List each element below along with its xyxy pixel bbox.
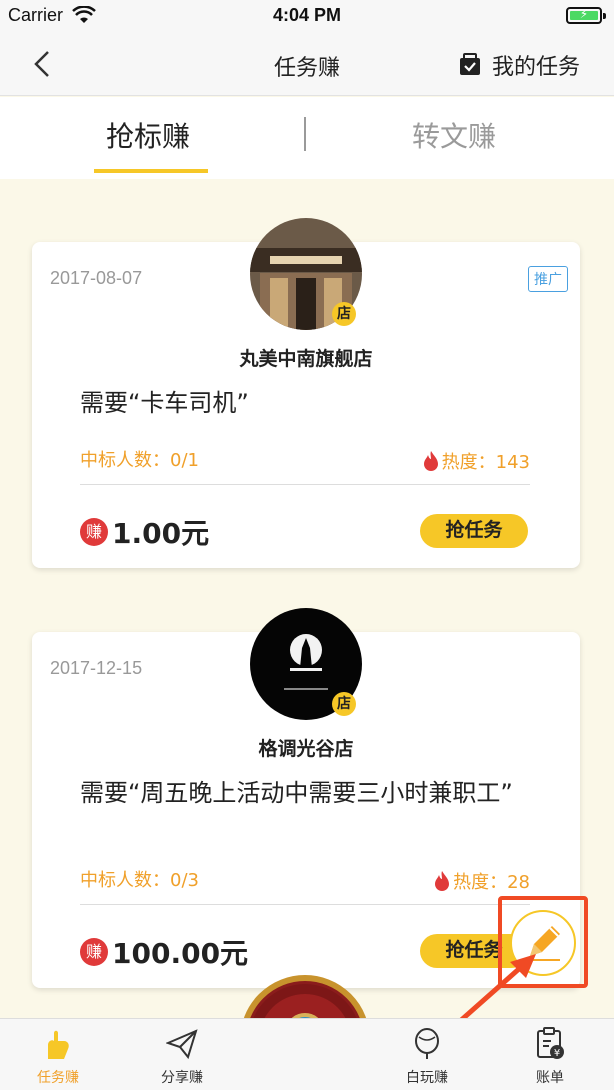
hand-icon bbox=[48, 1030, 69, 1059]
task-box-icon bbox=[459, 53, 480, 75]
tabbar-item-bill[interactable]: ¥ 账单 bbox=[510, 1027, 590, 1087]
navigation-bar: 任务赚 我的任务 bbox=[0, 32, 614, 96]
card-divider bbox=[80, 904, 530, 905]
status-bar: Carrier 4:04 PM ⚡ bbox=[0, 0, 614, 32]
tabbar-label: 白玩赚 bbox=[406, 1070, 448, 1086]
reward-amount: 赚 1.00元 bbox=[80, 512, 209, 552]
winner-count: 中标人数：0/3 bbox=[80, 870, 199, 891]
flame-icon bbox=[423, 451, 438, 471]
earn-icon: 赚 bbox=[80, 938, 108, 966]
task-need: 需要“周五晚上活动中需要三小时兼职工” bbox=[80, 779, 513, 807]
grab-task-button[interactable]: 抢任务 bbox=[420, 514, 528, 548]
tab-bar-top: 抢标赚 转文赚 bbox=[0, 97, 614, 179]
clock: 4:04 PM bbox=[272, 5, 342, 25]
bottom-tab-bar: 任务赚 分享赚 白玩赚 ¥ 账单 bbox=[0, 1018, 614, 1090]
task-date: 2017-12-15 bbox=[50, 658, 143, 678]
earn-icon: 赚 bbox=[80, 518, 108, 546]
task-need: 需要“卡车司机” bbox=[80, 389, 249, 417]
tabbar-label: 任务赚 bbox=[37, 1070, 79, 1086]
paper-plane-icon bbox=[166, 1029, 198, 1060]
my-tasks-button[interactable]: 我的任务 bbox=[458, 49, 580, 81]
balloon-icon bbox=[415, 1028, 439, 1059]
tabbar-label: 分享赚 bbox=[161, 1070, 203, 1086]
svg-text:¥: ¥ bbox=[554, 1048, 560, 1059]
battery-icon: ⚡ bbox=[566, 7, 606, 24]
reward-amount: 赚 100.00元 bbox=[80, 932, 248, 972]
winner-count: 中标人数：0/1 bbox=[80, 450, 199, 471]
reward-value: 1.00元 bbox=[112, 517, 210, 550]
tab-divider bbox=[304, 117, 306, 151]
heat-indicator: 热度：28 bbox=[433, 868, 530, 894]
shop-badge: 店 bbox=[332, 692, 356, 716]
heat-indicator: 热度：143 bbox=[422, 448, 530, 474]
tab-bid-earn[interactable]: 抢标赚 bbox=[106, 115, 190, 155]
my-tasks-label: 我的任务 bbox=[491, 55, 580, 80]
promo-badge: 推广 bbox=[528, 266, 568, 292]
tabbar-item-task-earn[interactable]: 任务赚 bbox=[18, 1027, 98, 1087]
task-date: 2017-08-07 bbox=[50, 268, 143, 288]
flame-icon bbox=[435, 871, 450, 891]
tabbar-item-share-earn[interactable]: 分享赚 bbox=[142, 1027, 222, 1087]
tabbar-item-play-earn[interactable]: 白玩赚 bbox=[387, 1027, 467, 1087]
bill-icon: ¥ bbox=[537, 1027, 564, 1059]
shop-name: 格调光谷店 bbox=[258, 738, 354, 760]
heat-value: 热度：28 bbox=[453, 872, 530, 893]
heat-value: 热度：143 bbox=[441, 452, 530, 473]
tabbar-label: 账单 bbox=[536, 1070, 564, 1086]
shop-badge: 店 bbox=[332, 302, 356, 326]
task-card[interactable]: 2017-08-07 推广 店 丸美中南旗舰店 需要“卡车司机” 中标人数：0/… bbox=[32, 218, 580, 568]
active-tab-indicator bbox=[94, 169, 208, 173]
reward-value: 100.00元 bbox=[112, 937, 249, 970]
card-divider bbox=[80, 484, 530, 485]
tab-repost-earn[interactable]: 转文赚 bbox=[412, 115, 496, 155]
shop-name: 丸美中南旗舰店 bbox=[239, 348, 373, 370]
